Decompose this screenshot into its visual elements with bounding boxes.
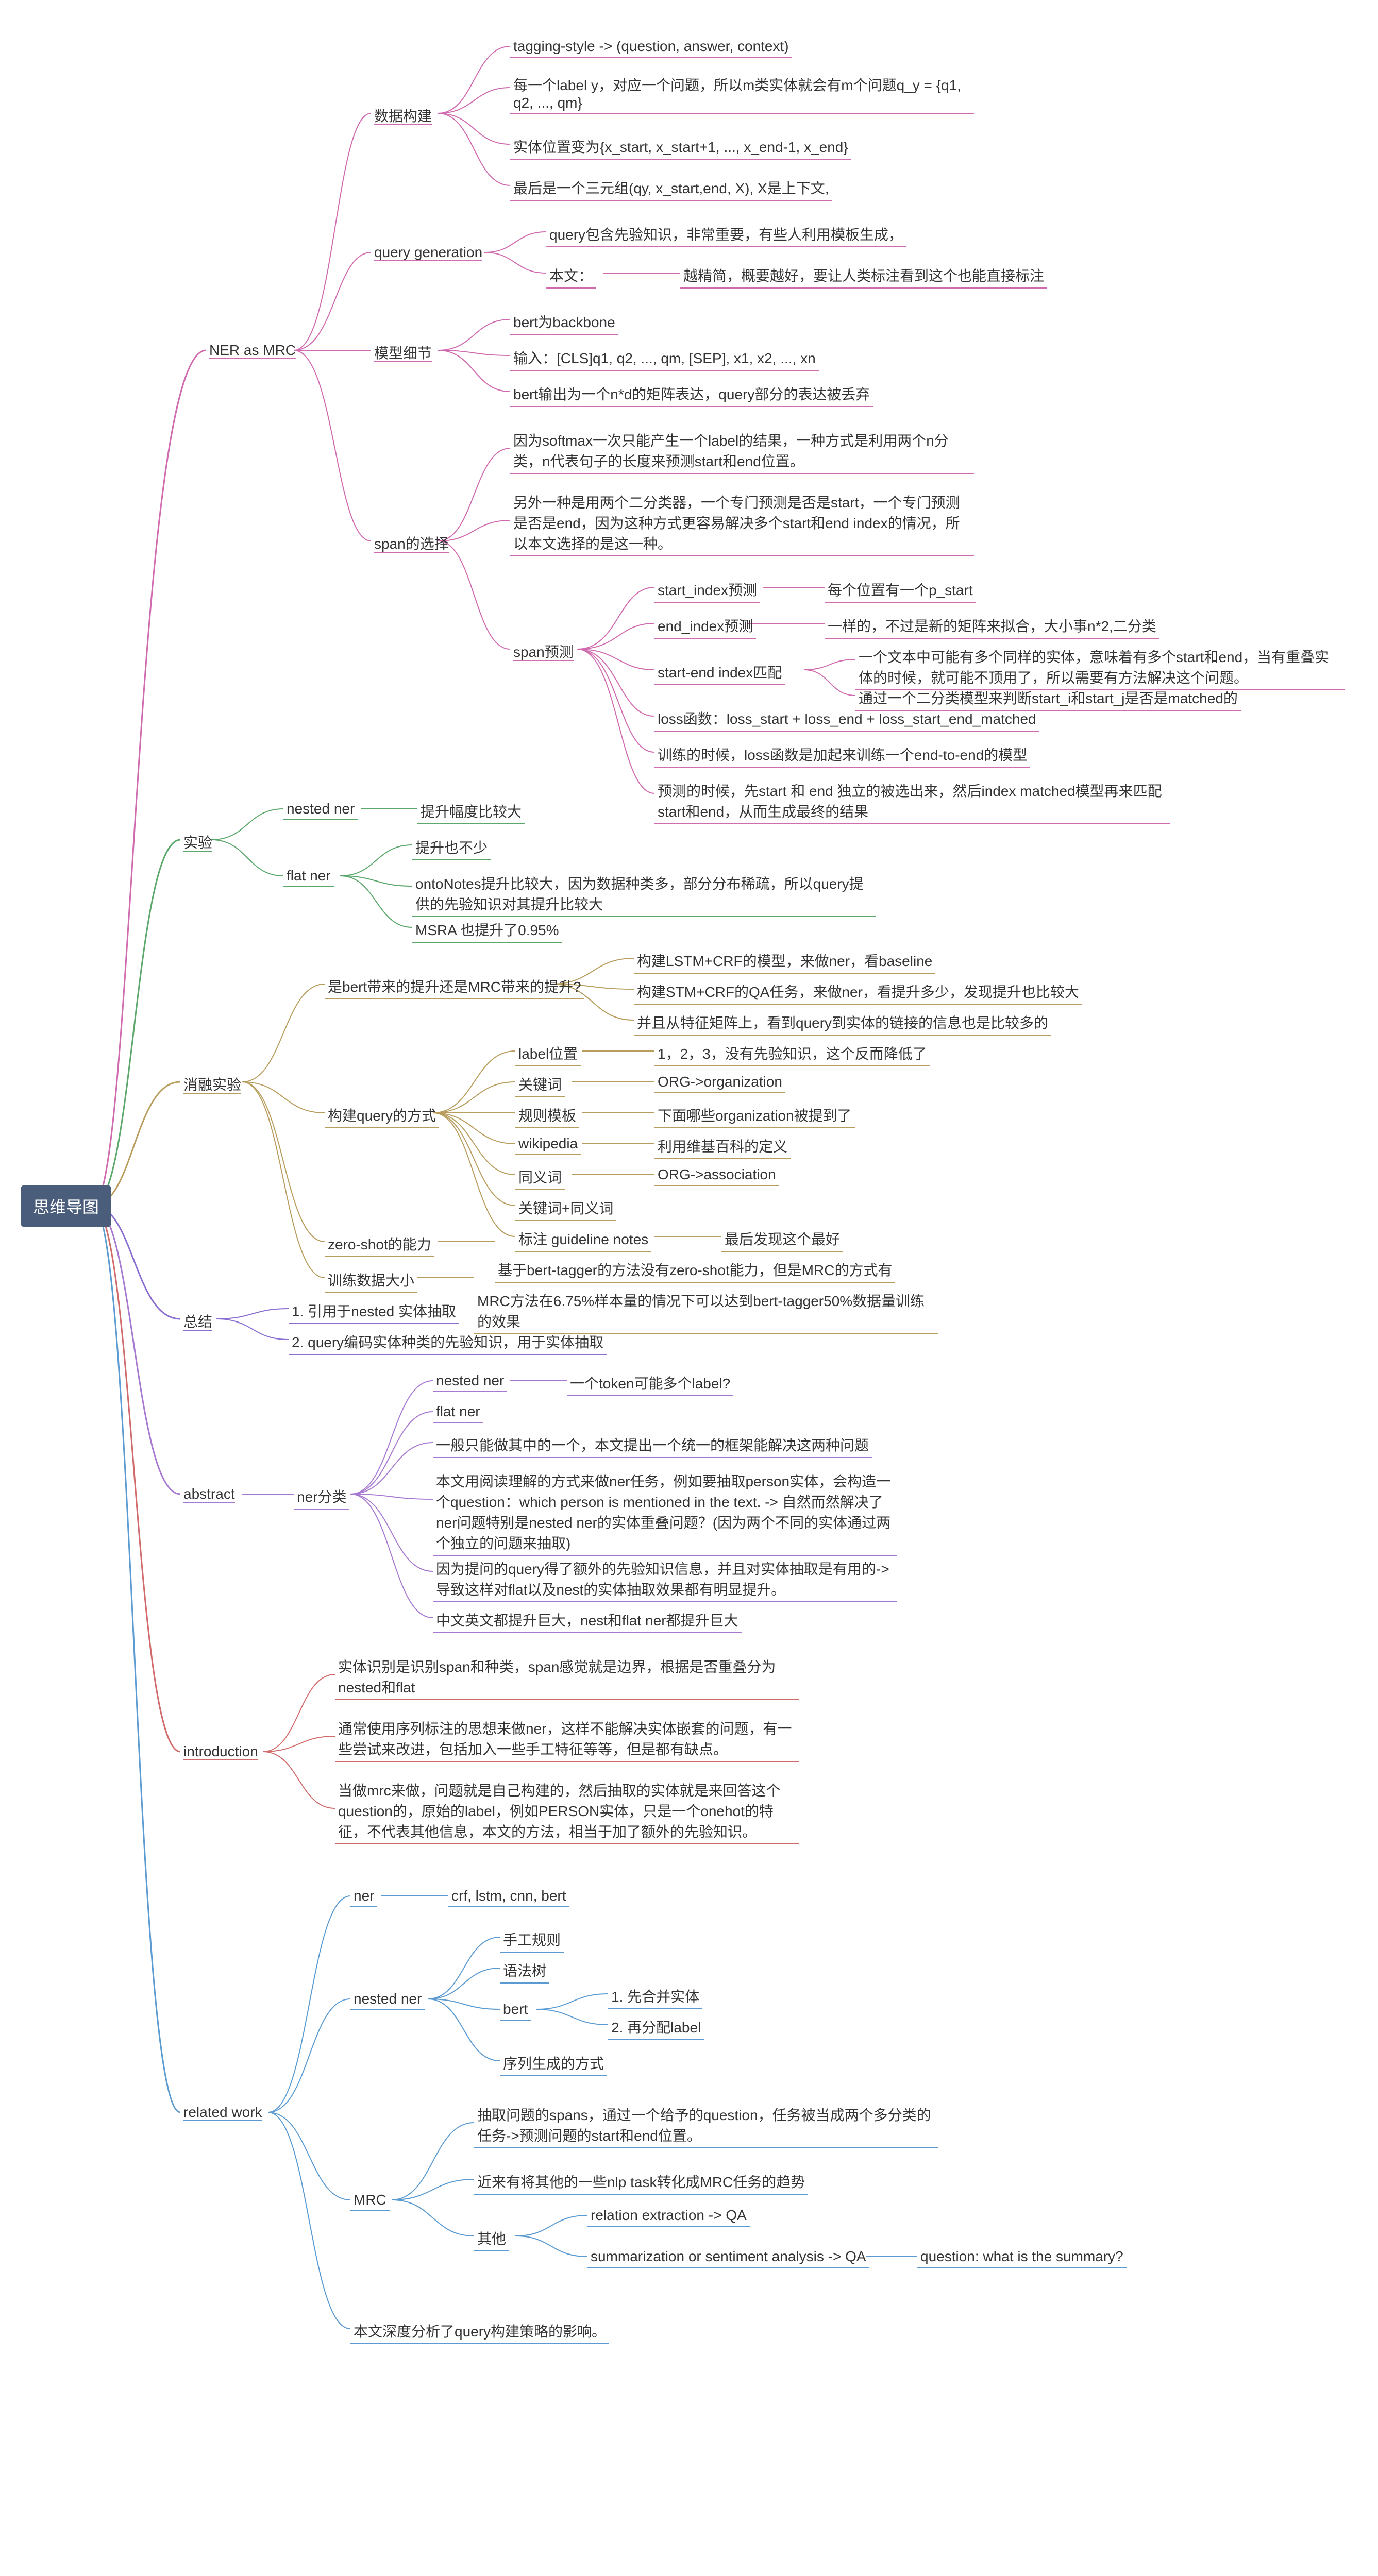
start-idx-v[interactable]: 每个位置有一个p_start: [825, 577, 976, 603]
sum-v2[interactable]: 2. query编码实体种类的先验知识，用于实体抽取: [289, 1329, 607, 1355]
data-build[interactable]: 数据构建: [371, 103, 435, 128]
rw-other[interactable]: 其他: [474, 2226, 509, 2251]
nested-ner[interactable]: nested ner: [283, 799, 358, 820]
span-n2[interactable]: 另外一种是用两个二分类器，一个专门预测是否是start，一个专门预测是否是end…: [510, 489, 974, 556]
qb-guide-v[interactable]: 最后发现这个最好: [721, 1226, 843, 1252]
rw-q[interactable]: question: what is the summary?: [917, 2246, 1127, 2268]
label: NER as MRC: [209, 342, 296, 359]
rw-n-v1[interactable]: 手工规则: [500, 1927, 564, 1953]
data-size[interactable]: 训练数据大小: [325, 1267, 417, 1293]
rw-ner-v[interactable]: crf, lstm, cnn, bert: [448, 1886, 569, 1907]
abs-v3[interactable]: 因为提问的query得了额外的先验知识信息，并且对实体抽取是有用的->导致这样对…: [433, 1556, 897, 1602]
rw-ner[interactable]: ner: [350, 1886, 377, 1907]
rw-mrc[interactable]: MRC: [350, 2190, 390, 2211]
qb-tpl-v[interactable]: 下面哪些organization被提到了: [654, 1103, 855, 1128]
related[interactable]: related work: [180, 2102, 265, 2123]
flat-v1[interactable]: 提升也不少: [412, 835, 491, 860]
rw-n-v2[interactable]: 语法树: [500, 1958, 549, 1984]
ner-as-mrc[interactable]: NER as MRC: [206, 340, 299, 361]
sum-v1[interactable]: 1. 引用于nested 实体抽取: [289, 1298, 459, 1324]
model-n3[interactable]: bert输出为一个n*d的矩阵表达，query部分的表达被丢弃: [510, 381, 873, 407]
zero-v[interactable]: 基于bert-tagger的方法没有zero-shot能力，但是MRC的方式有: [495, 1257, 895, 1283]
match-v1[interactable]: 一个文本中可能有多个同样的实体，意味着有多个start和end，当有重叠实体的时…: [855, 644, 1345, 690]
rw-v4[interactable]: 本文深度分析了query构建策略的影响。: [350, 2318, 609, 2344]
match[interactable]: start-end index匹配: [654, 659, 785, 685]
end-idx[interactable]: end_index预测: [654, 613, 756, 639]
rw-nested[interactable]: nested ner: [350, 1989, 425, 2010]
qb-tpl[interactable]: 规则模板: [515, 1103, 579, 1128]
bert-or-mrc[interactable]: 是bert带来的提升还是MRC带来的提升?: [325, 974, 584, 999]
query-gen-n2[interactable]: 本文：: [546, 263, 596, 289]
abs-v2[interactable]: 本文用阅读理解的方式来做ner任务，例如要抽取person实体，会构造一个que…: [433, 1468, 897, 1556]
model-n2[interactable]: 输入：[CLS]q1, q2, ..., qm, [SEP], x1, x2, …: [510, 345, 819, 371]
ner-cls[interactable]: ner分类: [294, 1484, 349, 1510]
span-select[interactable]: span的选择: [371, 531, 452, 555]
intro[interactable]: introduction: [180, 1741, 261, 1762]
flat-v3[interactable]: MSRA 也提升了0.95%: [412, 917, 562, 943]
span-pred[interactable]: span预测: [510, 639, 577, 664]
intro-v1[interactable]: 实体识别是识别span和种类，span感觉就是边界，根据是否重叠分为nested…: [335, 1654, 799, 1700]
loss[interactable]: loss函数：loss_start + loss_end + loss_star…: [654, 706, 1039, 732]
rw-n-b1[interactable]: 1. 先合并实体: [608, 1984, 702, 2009]
model-n1[interactable]: bert为backbone: [510, 309, 618, 335]
data-size-v[interactable]: MRC方法在6.75%样本量的情况下可以达到bert-tagger50%数据量训…: [474, 1288, 938, 1334]
rw-n-b2[interactable]: 2. 再分配label: [608, 2014, 704, 2040]
query-build[interactable]: 构建query的方式: [325, 1103, 439, 1128]
rw-sa[interactable]: summarization or sentiment analysis -> Q…: [587, 2246, 869, 2268]
query-gen-n1[interactable]: query包含先验知识，非常重要，有些人利用模板生成，: [546, 222, 906, 247]
abs-nested-v[interactable]: 一个token可能多个label?: [567, 1370, 733, 1396]
data-build-n1[interactable]: tagging-style -> (question, answer, cont…: [510, 36, 792, 58]
model-detail[interactable]: 模型细节: [371, 340, 435, 365]
intro-v2[interactable]: 通常使用序列标注的思想来做ner，这样不能解决实体嵌套的问题，有一些尝试来改进，…: [335, 1716, 799, 1762]
qb-kw-v[interactable]: ORG->organization: [654, 1072, 785, 1093]
abs-flat[interactable]: flat ner: [433, 1401, 483, 1423]
train[interactable]: 训练的时候，loss函数是加起来训练一个end-to-end的模型: [654, 742, 1030, 768]
query-gen-n2b[interactable]: 越精简，概要越好，要让人类标注看到这个也能直接标注: [680, 263, 1047, 289]
qb-guide[interactable]: 标注 guideline notes: [515, 1226, 651, 1252]
data-build-n4[interactable]: 最后是一个三元组(qy, x_start,end, X), X是上下文,: [510, 175, 832, 201]
pred[interactable]: 预测的时候，先start 和 end 独立的被选出来，然后index match…: [654, 778, 1170, 824]
qb-wiki[interactable]: wikipedia: [515, 1133, 581, 1155]
end-idx-v[interactable]: 一样的，不过是新的矩阵来拟合，大小事n*2,二分类: [825, 613, 1159, 639]
root-node[interactable]: 思维导图: [21, 1185, 111, 1227]
qb-kw[interactable]: 关键词: [515, 1072, 565, 1097]
bom-v2[interactable]: 构建STM+CRF的QA任务，来做ner，看提升多少，发现提升也比较大: [634, 979, 1082, 1005]
nested-v[interactable]: 提升幅度比较大: [417, 799, 525, 824]
rw-mrc-v1[interactable]: 抽取问题的spans，通过一个给予的question，任务被当成两个多分类的任务…: [474, 2102, 938, 2148]
qb-wiki-v[interactable]: 利用维基百科的定义: [654, 1133, 791, 1159]
qb-pos[interactable]: label位置: [515, 1041, 581, 1066]
qb-syn[interactable]: 同义词: [515, 1164, 565, 1190]
start-idx[interactable]: start_index预测: [654, 577, 760, 603]
exp[interactable]: 实验: [180, 829, 215, 854]
rw-n-bert[interactable]: bert: [500, 1999, 531, 2021]
span-n1[interactable]: 因为softmax一次只能产生一个label的结果，一种方式是利用两个n分类，n…: [510, 428, 974, 474]
bom-v3[interactable]: 并且从特征矩阵上，看到query到实体的链接的信息也是比较多的: [634, 1010, 1051, 1036]
bom-v1[interactable]: 构建LSTM+CRF的模型，来做ner，看baseline: [634, 948, 935, 974]
qb-pos-v[interactable]: 1，2，3，没有先验知识，这个反而降低了: [654, 1041, 930, 1066]
rw-re[interactable]: relation extraction -> QA: [587, 2205, 750, 2227]
abstract[interactable]: abstract: [180, 1484, 238, 1504]
flat-v2[interactable]: ontoNotes提升比较大，因为数据种类多，部分分布稀疏，所以query提供的…: [412, 871, 876, 917]
ablation[interactable]: 消融实验: [180, 1072, 244, 1096]
data-build-n3[interactable]: 实体位置变为{x_start, x_start+1, ..., x_end-1,…: [510, 134, 851, 160]
rw-mrc-v2[interactable]: 近来有将其他的一些nlp task转化成MRC任务的趋势: [474, 2169, 808, 2195]
summary[interactable]: 总结: [180, 1309, 215, 1333]
rw-n-v3[interactable]: 序列生成的方式: [500, 2050, 607, 2076]
abs-v1[interactable]: 一般只能做其中的一个，本文提出一个统一的框架能解决这两种问题: [433, 1432, 872, 1458]
flat-ner[interactable]: flat ner: [283, 866, 334, 887]
qb-syn-v[interactable]: ORG->association: [654, 1164, 779, 1186]
abs-v4[interactable]: 中文英文都提升巨大，nest和flat ner都提升巨大: [433, 1607, 742, 1633]
qb-kwsyn[interactable]: 关键词+同义词: [515, 1195, 616, 1221]
zero[interactable]: zero-shot的能力: [325, 1231, 434, 1257]
abs-nested[interactable]: nested ner: [433, 1370, 507, 1392]
intro-v3[interactable]: 当做mrc来做，问题就是自己构建的，然后抽取的实体就是来回答这个question…: [335, 1777, 799, 1844]
data-build-n2[interactable]: 每一个label y，对应一个问题，所以m类实体就会有m个问题q_y = {q1…: [510, 72, 974, 114]
query-gen[interactable]: query generation: [371, 242, 485, 263]
